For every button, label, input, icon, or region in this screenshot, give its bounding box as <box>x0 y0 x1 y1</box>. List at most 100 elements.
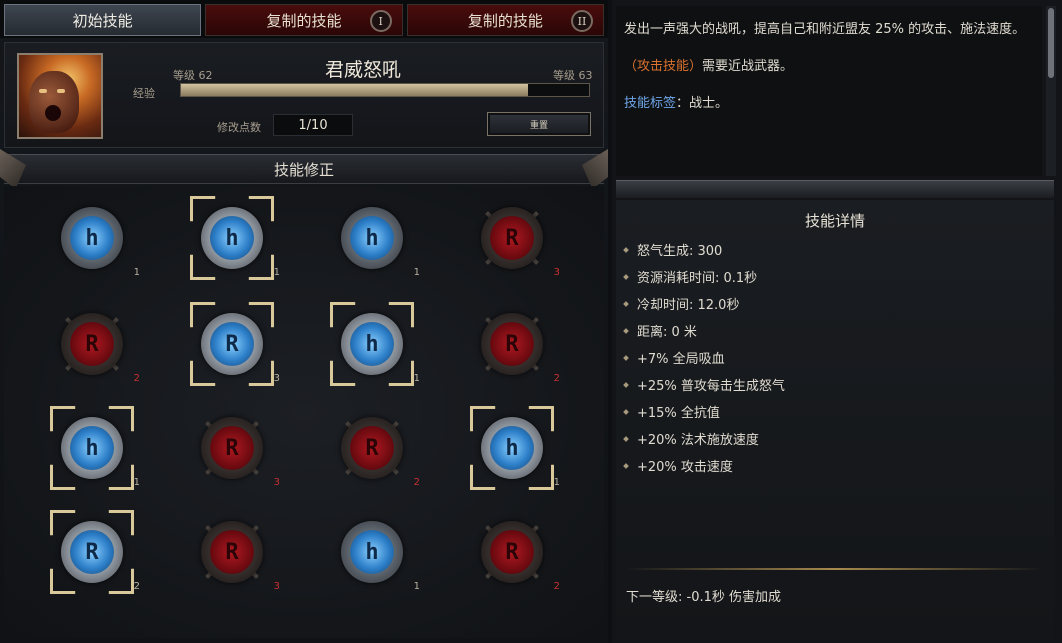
tab-copied-skill-2[interactable]: 复制的技能 II <box>406 4 604 36</box>
bullet-icon <box>623 327 629 334</box>
tab-bar: 初始技能 复制的技能 I 复制的技能 II <box>0 0 608 38</box>
rune-level: 2 <box>133 373 140 384</box>
eye <box>39 89 47 93</box>
list-item: +7% 全局吸血 <box>623 344 1044 371</box>
rune-glyph-icon: R <box>490 216 534 260</box>
rune-level: 1 <box>133 477 140 488</box>
bullet-icon <box>623 354 629 361</box>
list-item: +15% 全抗值 <box>623 398 1044 425</box>
details-list: 怒气生成: 300 资源消耗时间: 0.1秒 冷却时间: 12.0秒 距离: 0… <box>623 236 1044 479</box>
eye <box>57 89 65 93</box>
skill-modifier-rune[interactable]: R3 <box>470 196 560 280</box>
bullet-icon <box>623 408 629 415</box>
xp-bar-fill <box>181 84 528 96</box>
rune-glyph-icon: R <box>490 322 534 366</box>
skill-modifier-rune[interactable]: h1 <box>330 510 420 594</box>
rune-glyph-icon: h <box>210 216 254 260</box>
next-level-bonus: 下一等级: -0.1秒 伤害加成 <box>626 590 782 605</box>
list-item: 距离: 0 米 <box>623 317 1044 344</box>
skill-modifier-rune[interactable]: R2 <box>50 510 140 594</box>
rune-glyph-icon: R <box>210 426 254 470</box>
skill-modifier-rune[interactable]: h1 <box>50 406 140 490</box>
bullet-icon <box>623 246 629 253</box>
rune-glyph-icon: R <box>210 530 254 574</box>
tab-label: 复制的技能 <box>266 11 342 30</box>
rune-glyph-icon: R <box>350 426 394 470</box>
gold-divider <box>626 568 1044 570</box>
ornament-left <box>0 149 26 189</box>
detail-text: 怒气生成: 300 <box>637 244 723 259</box>
skill-portrait-icon <box>17 53 103 139</box>
tab-copied-skill-1[interactable]: 复制的技能 I <box>205 4 403 36</box>
rune-glyph-icon: h <box>70 216 114 260</box>
rune-level: 3 <box>553 267 560 278</box>
skill-modifier-rune[interactable]: h1 <box>330 196 420 280</box>
rune-glyph-icon: h <box>70 426 114 470</box>
list-item: 资源消耗时间: 0.1秒 <box>623 263 1044 290</box>
xp-label: 经验 <box>133 87 155 100</box>
warrior-face <box>29 71 79 133</box>
skill-modifier-rune[interactable]: h1 <box>470 406 560 490</box>
roman-numeral-badge: I <box>369 10 392 32</box>
rune-level: 2 <box>133 581 140 592</box>
tab-original-skill[interactable]: 初始技能 <box>4 4 202 36</box>
list-item: +20% 法术施放速度 <box>623 425 1044 452</box>
modifiers-header: 技能修正 <box>0 149 604 189</box>
tab-label: 复制的技能 <box>467 11 543 30</box>
rune-level: 2 <box>553 581 560 592</box>
xp-bar <box>180 83 590 97</box>
weapon-requirement: 需要近战武器。 <box>702 59 794 74</box>
bullet-icon <box>623 435 629 442</box>
right-panel: 发出一声强大的战吼，提高自己和附近盟友 25% 的攻击、施法速度。 （攻击技能）… <box>612 0 1062 643</box>
skill-name: 君威怒吼 <box>325 59 402 81</box>
rune-level: 2 <box>553 373 560 384</box>
skill-modifier-rune[interactable]: R2 <box>470 510 560 594</box>
skill-modifier-rune[interactable]: R2 <box>330 406 420 490</box>
bullet-icon <box>623 273 629 280</box>
description-text: 发出一声强大的战吼，提高自己和附近盟友 25% 的攻击、施法速度。 <box>624 22 1026 37</box>
rune-level: 1 <box>413 373 420 384</box>
points-label: 修改点数 <box>217 121 261 134</box>
rune-level: 1 <box>413 581 420 592</box>
rune-glyph-icon: h <box>350 216 394 260</box>
rune-glyph-icon: R <box>210 322 254 366</box>
detail-text: 冷却时间: 12.0秒 <box>637 298 740 313</box>
rune-level: 1 <box>273 267 280 278</box>
skill-modifier-rune[interactable]: R3 <box>190 406 280 490</box>
list-item: +20% 攻击速度 <box>623 452 1044 479</box>
attack-skill-tag: （攻击技能） <box>624 59 703 74</box>
modifiers-title: 技能修正 <box>273 160 334 179</box>
roaring-mouth <box>45 105 61 121</box>
panel-divider <box>616 180 1054 198</box>
scrollbar-thumb[interactable] <box>1048 8 1054 78</box>
skill-modifier-rune[interactable]: R2 <box>50 302 140 386</box>
list-item: 怒气生成: 300 <box>623 236 1044 263</box>
description-scrollbar[interactable] <box>1046 6 1056 176</box>
detail-text: +25% 普攻每击生成怒气 <box>637 379 785 394</box>
bullet-icon <box>623 381 629 388</box>
skill-tags-label[interactable]: 技能标签 <box>624 96 676 111</box>
rune-level: 3 <box>273 581 280 592</box>
skill-modifier-rune[interactable]: h1 <box>330 302 420 386</box>
detail-text: +15% 全抗值 <box>637 406 720 421</box>
modifier-grid: h1h1h1R3R2R3h1R2h1R3R2h1R2R3h1R2 <box>4 186 604 638</box>
skill-modifier-rune[interactable]: R3 <box>190 510 280 594</box>
skill-modifier-rune[interactable]: R2 <box>470 302 560 386</box>
skill-modifier-rune[interactable]: h1 <box>50 196 140 280</box>
reset-button[interactable]: 重置 <box>487 112 591 136</box>
rune-level: 1 <box>553 477 560 488</box>
ornament-right <box>582 149 608 189</box>
details-title: 技能详情 <box>804 212 865 230</box>
detail-text: +7% 全局吸血 <box>637 352 725 367</box>
skill-modifier-rune[interactable]: R3 <box>190 302 280 386</box>
tab-label: 初始技能 <box>72 11 133 30</box>
rune-glyph-icon: h <box>490 426 534 470</box>
skill-description: 发出一声强大的战吼，提高自己和附近盟友 25% 的攻击、施法速度。 （攻击技能）… <box>616 6 1042 176</box>
skill-modifier-rune[interactable]: h1 <box>190 196 280 280</box>
list-item: 冷却时间: 12.0秒 <box>623 290 1044 317</box>
bullet-icon <box>623 462 629 469</box>
detail-text: +20% 法术施放速度 <box>637 433 759 448</box>
rune-glyph-icon: R <box>70 530 114 574</box>
rune-level: 3 <box>273 373 280 384</box>
detail-text: +20% 攻击速度 <box>637 460 733 475</box>
